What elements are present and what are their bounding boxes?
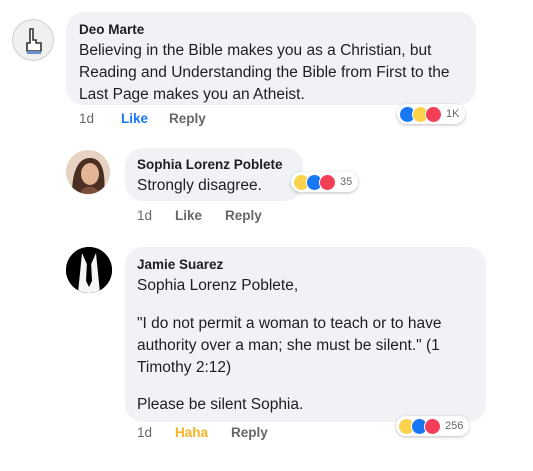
haha-button[interactable]: Haha (175, 425, 208, 440)
comment-text: Strongly disagree. (137, 177, 262, 194)
comment-bubble-deo-marte: Deo Marte Believing in the Bible makes y… (66, 12, 476, 105)
comment-time[interactable]: 1d (137, 425, 152, 440)
reply-button[interactable]: Reply (169, 111, 206, 126)
love-reaction-icon (425, 105, 442, 123)
reaction-count: 1K (446, 108, 460, 120)
profile-photo-icon (66, 150, 110, 194)
comment-author[interactable]: Sophia Lorenz Poblete (137, 157, 283, 172)
comment-text-line-3: Please be silent Sophia. (137, 396, 304, 413)
love-reaction-icon (319, 173, 336, 191)
comment-time[interactable]: 1d (79, 111, 94, 126)
love-reaction-icon (424, 417, 441, 435)
comment-author[interactable]: Jamie Suarez (137, 257, 223, 272)
hand-gesture-icon (26, 28, 42, 54)
suit-tie-icon (66, 247, 112, 293)
avatar-deo-marte[interactable] (12, 19, 54, 61)
like-button[interactable]: Like (175, 208, 202, 223)
reaction-summary[interactable]: 256 (396, 416, 470, 436)
comment-author[interactable]: Deo Marte (79, 22, 144, 37)
comment-bubble-jamie: Jamie Suarez Sophia Lorenz Poblete, "I d… (125, 247, 486, 422)
reply-button[interactable]: Reply (225, 208, 262, 223)
like-button[interactable]: Like (121, 111, 148, 126)
reaction-count: 256 (445, 420, 464, 432)
avatar-jamie-suarez[interactable] (66, 247, 112, 293)
comment-text-line-2: "I do not permit a woman to teach or to … (137, 315, 442, 376)
comment-bubble-sophia: Sophia Lorenz Poblete Strongly disagree. (125, 148, 303, 201)
avatar-sophia-lorenz-poblete[interactable] (66, 150, 110, 194)
reaction-count: 35 (340, 176, 353, 188)
comment-text: Believing in the Bible makes you as a Ch… (79, 42, 450, 103)
comment-text-line-1: Sophia Lorenz Poblete, (137, 277, 299, 294)
reaction-summary[interactable]: 1K (397, 104, 466, 124)
reaction-summary[interactable]: 35 (291, 172, 359, 192)
reply-button[interactable]: Reply (231, 425, 268, 440)
comment-time[interactable]: 1d (137, 208, 152, 223)
